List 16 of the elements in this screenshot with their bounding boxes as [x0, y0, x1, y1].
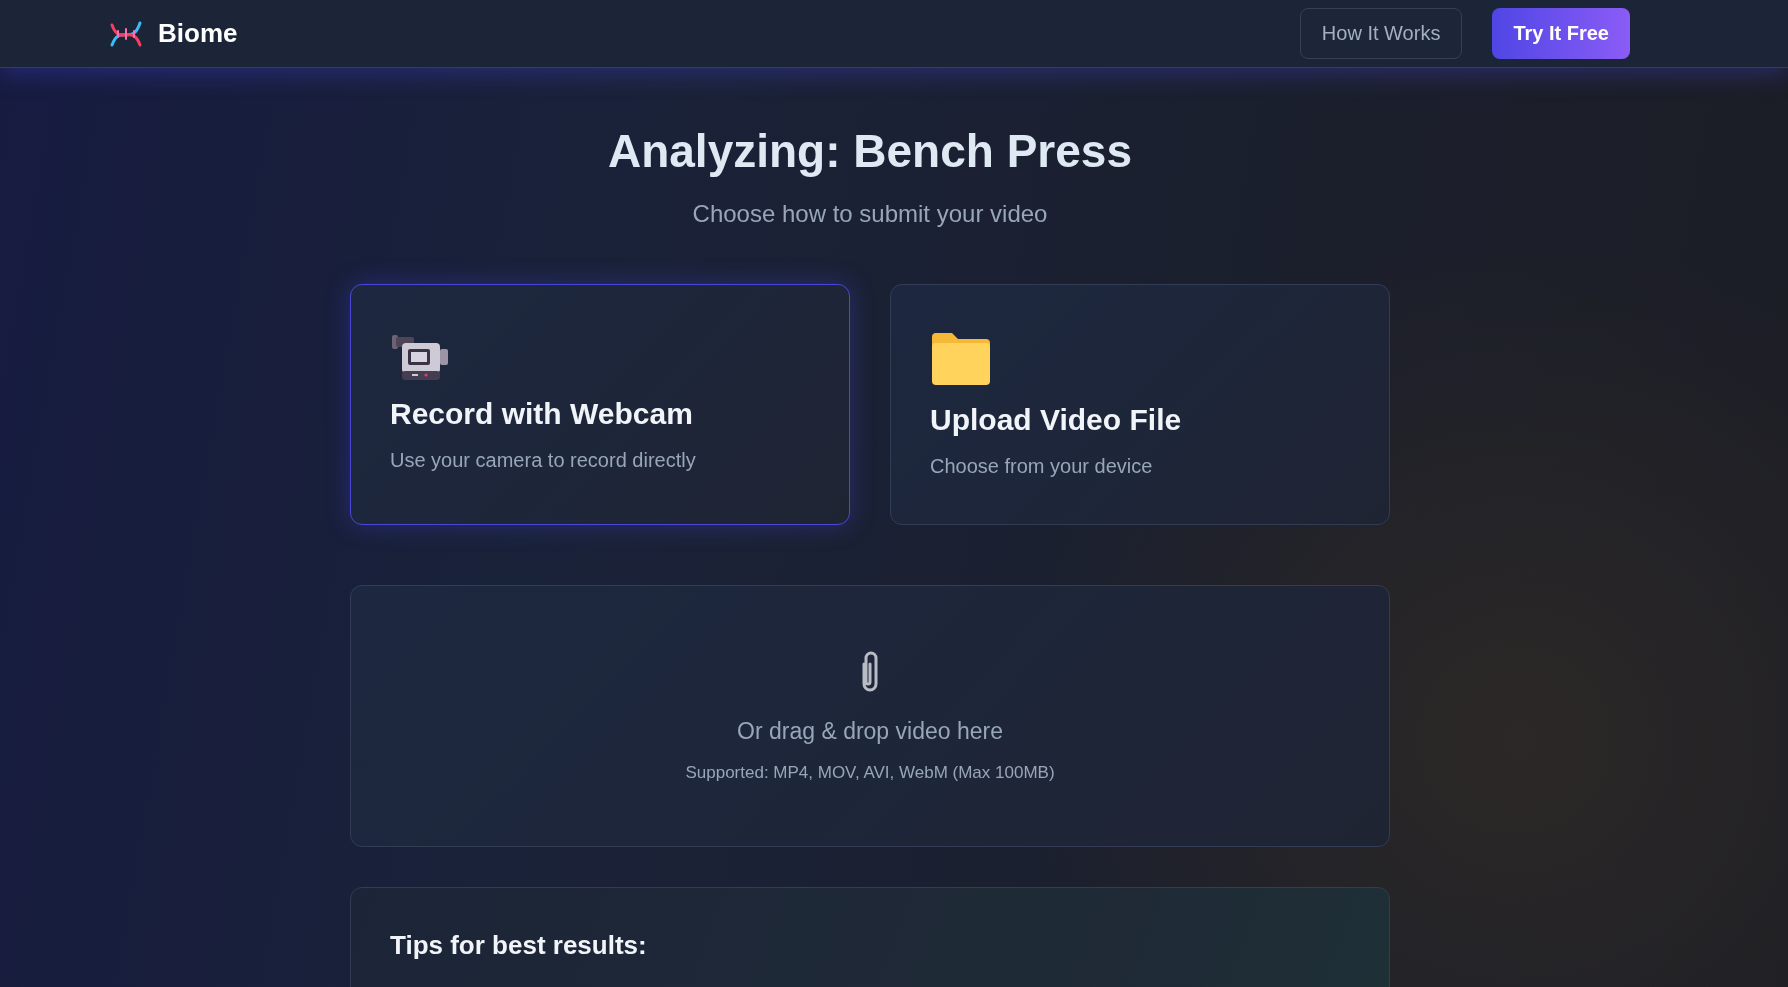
option-card[interactable]: Upload Video File Choose from your device	[890, 284, 1390, 525]
try-free-button[interactable]: Try It Free	[1492, 8, 1630, 59]
tips-title: Tips for best results:	[390, 930, 648, 961]
option-title: Upload Video File	[930, 403, 1183, 437]
drop-text: Or drag & drop video here	[737, 718, 1003, 745]
brand-name: Biome	[158, 18, 238, 49]
page-subtitle: Choose how to submit your video	[692, 200, 1048, 228]
option-title: Record with Webcam	[390, 397, 694, 431]
option-card[interactable]: Record with Webcam Use your camera to record directly	[350, 284, 850, 525]
page-title: Analyzing: Bench Press	[607, 124, 1132, 178]
option-description: Use your camera to record directly	[390, 449, 697, 472]
option-description: Choose from your device	[930, 455, 1154, 478]
folder-icon	[930, 331, 992, 387]
drop-zone[interactable]: Or drag & drop video here Supported: MP4, MOV, AVI, WebM (Max 100MB)	[350, 585, 1390, 847]
how-it-works-button[interactable]: How It Works	[1299, 8, 1463, 59]
supported-formats: Supported: MP4, MOV, AVI, WebM (Max 100MB)	[685, 763, 1055, 783]
